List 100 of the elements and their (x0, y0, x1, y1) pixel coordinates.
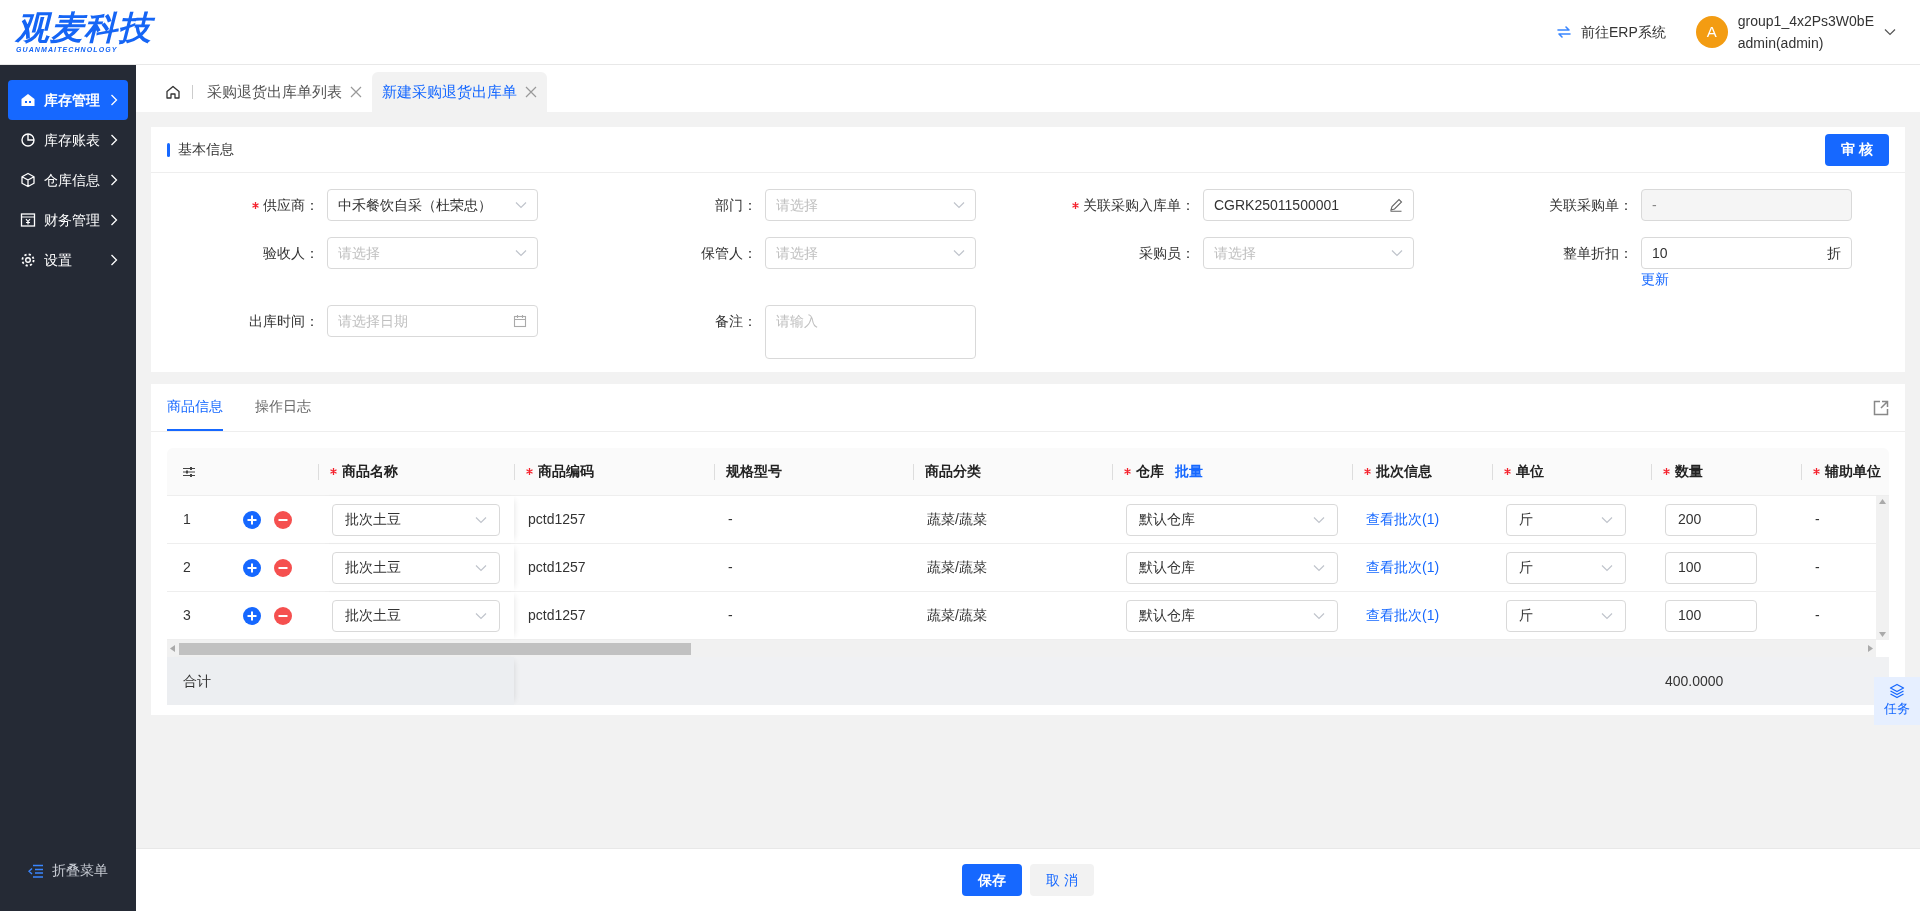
chevron-down-icon (1601, 515, 1613, 524)
chevron-down-icon (1601, 563, 1613, 572)
scroll-up-icon (1879, 499, 1886, 504)
update-link[interactable]: 更新 (1641, 269, 1669, 289)
close-icon (525, 86, 537, 98)
add-row-icon (243, 510, 261, 529)
scroll-down-icon (1879, 632, 1886, 637)
calendar-icon (513, 314, 527, 328)
bulk-link[interactable]: 批量 (1175, 461, 1203, 482)
content-tab[interactable]: 操作日志 (255, 383, 311, 431)
table-cell-text: - (1814, 606, 1821, 625)
field-label: 供应商： (263, 195, 319, 215)
field-label: 关联采购入库单： (1083, 195, 1195, 215)
swap-arrows-icon (1555, 23, 1573, 41)
house-icon (165, 84, 181, 100)
user-avatar: A (1695, 16, 1728, 48)
close-icon (350, 86, 362, 98)
sidebar-item[interactable]: 库存账表 (8, 120, 128, 160)
chevron-right-icon (110, 254, 118, 266)
table-cell-text: 蔬菜/蔬菜 (926, 558, 988, 577)
summary-label: 合计 (183, 671, 211, 691)
horizontal-scrollbar[interactable] (167, 640, 1876, 657)
user-role: admin(admin) (1737, 34, 1825, 53)
view-batch-link[interactable]: 查看批次(1) (1366, 607, 1440, 623)
layers-icon (1889, 683, 1905, 700)
sidebar-item[interactable]: 设置 (8, 240, 128, 280)
settings-icon (20, 252, 36, 268)
section-title: 基本信息 (178, 140, 235, 159)
content-tab[interactable]: 商品信息 (167, 383, 223, 431)
input-field[interactable]: 10 折 (1641, 237, 1852, 269)
column-header: 单位 (1516, 462, 1544, 481)
select-field[interactable]: 斤 (1506, 599, 1626, 632)
erp-link[interactable]: 前往ERP系统 (1555, 21, 1666, 43)
view-batch-link[interactable]: 查看批次(1) (1366, 559, 1440, 575)
chevron-down-icon (1313, 563, 1325, 572)
add-row-icon (243, 606, 261, 625)
save-button[interactable]: 保存 (962, 864, 1023, 896)
select-field[interactable]: 斤 (1506, 551, 1626, 584)
remove-row-icon (274, 510, 292, 529)
table-cell-text: pctd1257 (527, 510, 587, 529)
field-label: 整单折扣： (1563, 243, 1633, 263)
select-field[interactable]: 批次土豆 (332, 599, 500, 632)
vertical-scrollbar[interactable] (1876, 496, 1889, 640)
input-field[interactable]: 100 (1665, 599, 1757, 632)
column-header: 辅助单位 (1825, 462, 1881, 481)
column-header: 批次信息 (1376, 462, 1432, 481)
column-header: 商品编码 (538, 462, 594, 481)
chevron-down-icon (1313, 611, 1325, 620)
chevron-right-icon (110, 214, 118, 226)
select-field[interactable]: 批次土豆 (332, 503, 500, 536)
select-field[interactable]: 中禾餐饮自采（杜荣忠） (327, 189, 538, 221)
sidebar-item[interactable]: 库存管理 (8, 80, 128, 120)
chevron-down-icon (475, 611, 487, 620)
chevron-down-icon (1313, 515, 1325, 524)
chevron-down-icon (953, 249, 965, 257)
pencil-icon (1389, 198, 1403, 212)
pie-chart-icon (20, 132, 36, 148)
chevron-down-icon (953, 201, 965, 209)
select-field[interactable]: 斤 (1506, 503, 1626, 536)
sidebar-item[interactable]: 财务管理 (8, 200, 128, 240)
cube-icon (20, 172, 36, 188)
page-tab[interactable]: 新建采购退货出库单 (372, 72, 547, 112)
column-header: 商品分类 (925, 462, 981, 481)
select-field[interactable]: 默认仓库 (1126, 503, 1338, 536)
table-cell-text: 蔬菜/蔬菜 (926, 510, 988, 529)
chevron-down-icon[interactable] (1884, 28, 1896, 36)
collapse-menu-icon (28, 863, 44, 878)
table-cell-text: 蔬菜/蔬菜 (926, 606, 988, 625)
task-button[interactable]: 任务 (1874, 677, 1920, 725)
add-row-icon (243, 558, 261, 577)
view-batch-link[interactable]: 查看批次(1) (1366, 511, 1440, 527)
unit-suffix: 折 (1827, 243, 1841, 263)
input-field[interactable]: 100 (1665, 551, 1757, 584)
field-label: 保管人： (701, 243, 757, 263)
table-cell-text: pctd1257 (527, 558, 587, 577)
input-field[interactable]: CGRK25011500001 (1203, 189, 1414, 221)
cancel-button[interactable]: 取 消 (1030, 864, 1094, 896)
field-label: 验收人： (263, 243, 319, 263)
house-icon (20, 92, 36, 108)
select-field[interactable]: 默认仓库 (1126, 599, 1338, 632)
popout-icon[interactable] (1873, 399, 1889, 416)
column-header: 仓库 (1136, 462, 1164, 481)
chevron-right-icon (110, 94, 118, 106)
audit-button[interactable]: 审 核 (1825, 133, 1889, 166)
field-label: 备注： (715, 311, 757, 331)
table-cell-text: pctd1257 (527, 606, 587, 625)
chevron-right-icon (110, 174, 118, 186)
column-header: 规格型号 (726, 462, 782, 481)
row-number: 3 (183, 606, 192, 625)
collapse-menu-button[interactable]: 折叠菜单 (0, 860, 136, 881)
table-cell-text: - (727, 510, 734, 529)
input-field: - (1641, 189, 1852, 221)
select-field[interactable]: 批次土豆 (332, 551, 500, 584)
chevron-down-icon (1601, 611, 1613, 620)
chevron-down-icon (475, 563, 487, 572)
sidebar-item[interactable]: 仓库信息 (8, 160, 128, 200)
input-field[interactable]: 200 (1665, 503, 1757, 536)
table-cell-text: - (727, 606, 734, 625)
field-label: 部门： (715, 195, 757, 215)
select-field[interactable]: 默认仓库 (1126, 551, 1338, 584)
